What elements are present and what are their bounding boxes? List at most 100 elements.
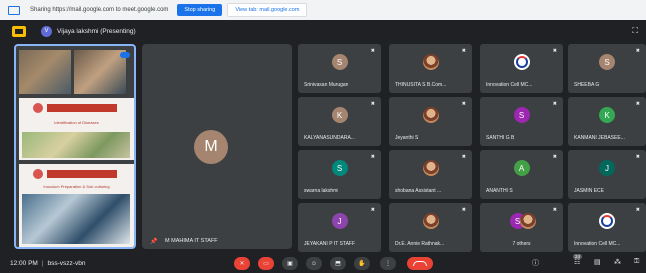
participant-name: shobana Assistant ... (395, 188, 442, 194)
participant-avatar: A (513, 160, 530, 176)
participant-logo (513, 54, 530, 70)
college-logo-icon (33, 169, 43, 179)
participant-photo (422, 213, 439, 229)
participant-name: JEYAKANI P IT STAFF (304, 241, 356, 247)
participant-photo (422, 107, 439, 123)
slide-subtitle: Inoculum Preparation & Sub culturing (43, 184, 110, 189)
participant-tile[interactable]: ✖ THINUSITA S B.Com... (389, 44, 472, 93)
emoji-icon[interactable]: ☺ (306, 257, 322, 270)
presenter-name: Vijaya lakshmi (Presenting) (57, 27, 136, 35)
view-tab-button[interactable]: View tab: mail.google.com (227, 3, 308, 17)
mic-muted-icon: ✖ (370, 48, 375, 54)
more-options-icon[interactable]: ⋮ (380, 257, 396, 270)
captions-icon[interactable]: ▣ (282, 257, 298, 270)
stop-sharing-button[interactable]: Stop sharing (177, 4, 223, 16)
participant-logo (599, 213, 615, 229)
mic-muted-icon: ✖ (461, 154, 466, 160)
mic-muted-icon: ✖ (635, 207, 640, 213)
participant-tile[interactable]: ✖ S Srinivasan Murugan (298, 44, 381, 93)
mic-muted-icon: ✖ (552, 101, 557, 107)
participant-avatar: S (331, 160, 348, 176)
mic-muted-icon: ✖ (461, 207, 466, 213)
slide-badge (120, 52, 130, 58)
screen-share-tile[interactable]: Identification of Diseases Inoculum Prep… (14, 44, 136, 249)
mic-muted-icon: ✖ (552, 154, 557, 160)
host-controls-icon[interactable]: ⚿ (634, 258, 639, 266)
participant-name: Jeyanthi S (395, 135, 419, 141)
participant-tile[interactable]: ✖ shobana Assistant ... (389, 150, 472, 199)
raise-hand-icon[interactable]: ✋ (354, 257, 370, 270)
participant-name: SHEEBA G (574, 82, 600, 88)
participant-tile[interactable]: ✖ S SANTHI G B (480, 97, 563, 146)
slide-image (22, 132, 130, 158)
expand-icon[interactable]: ⛶ (632, 26, 638, 36)
participant-avatar: J (599, 160, 615, 176)
main-participant-name: M MAHIMA IT STAFF (165, 238, 218, 244)
mic-muted-icon: ✖ (635, 101, 640, 107)
activities-icon[interactable]: ⁂ (614, 258, 621, 266)
participant-name: Innovation Cell MC... (574, 241, 621, 247)
participant-name: KANMANI JEBASEE... (574, 135, 625, 141)
college-logo-icon (33, 103, 43, 113)
chat-icon[interactable]: ▤ (594, 258, 601, 266)
slide-header (47, 170, 117, 178)
participant-name: THINUSITA S B.Com... (395, 82, 447, 88)
participant-tile[interactable]: ✖ K KALYANASUNDARA... (298, 97, 381, 146)
mic-muted-icon: ✖ (552, 207, 557, 213)
mic-off-icon[interactable]: ✕ (234, 257, 250, 270)
slide-identification: Identification of Diseases (19, 98, 134, 160)
slide-photo-1 (19, 50, 71, 94)
meeting-code: bss-vszz-vbn (47, 259, 86, 267)
participant-name: KALYANASUNDARA... (304, 135, 355, 141)
sharing-text: Sharing https://mail.google.com to meet.… (30, 7, 169, 13)
camera-off-icon[interactable]: ▭ (258, 257, 274, 270)
bottom-toolbar: 12:00 PM | bss-vszz-vbn ✕ ▭ ▣ ☺ ⬒ ✋ ⋮ ⓘ … (0, 253, 646, 273)
presenter-header: V Vijaya lakshmi (Presenting) ⛶ (0, 21, 646, 41)
participant-name: Srinivasan Murugan (304, 82, 349, 88)
sharing-banner: Sharing https://mail.google.com to meet.… (0, 0, 646, 20)
participant-name: SANTHI G B (486, 135, 515, 141)
slide-lab-image (22, 194, 130, 244)
main-avatar: M (194, 130, 228, 164)
participant-tile[interactable]: ✖ Dr.E. Annie Rathnak... (389, 203, 472, 252)
participant-photo (422, 160, 439, 176)
slide-photo-2 (74, 50, 126, 94)
info-icon[interactable]: ⓘ (532, 258, 539, 268)
participant-tile[interactable]: ✖ S 7 others (480, 203, 563, 252)
pinned-participant-tile[interactable]: M 📌 M MAHIMA IT STAFF (142, 44, 292, 249)
mic-muted-icon: ✖ (552, 48, 557, 54)
participant-tile[interactable]: ✖ Innovation Cell MC... (568, 203, 646, 252)
participant-tile[interactable]: ✖ J JEYAKANI P IT STAFF (298, 203, 381, 252)
slide-header (47, 104, 117, 112)
people-icon[interactable]: ☷ (574, 258, 580, 266)
participant-tile[interactable]: ✖ A ANANTHI S (480, 150, 563, 199)
participant-name: Innovation Cell MC... (486, 82, 533, 88)
participant-tile[interactable]: ✖ J JASMIN ECE (568, 150, 646, 199)
pin-icon[interactable]: 📌 (150, 238, 157, 245)
participant-tile[interactable]: ✖ Innovation Cell MC... (480, 44, 563, 93)
participant-avatar: K (331, 107, 348, 123)
present-screen-icon (12, 25, 26, 37)
participant-name: JASMIN ECE (574, 188, 605, 194)
participant-name: Dr.E. Annie Rathnak... (395, 241, 445, 247)
participant-tile[interactable]: ✖ Jeyanthi S (389, 97, 472, 146)
end-call-button[interactable] (407, 257, 433, 270)
participant-name: 7 others (512, 241, 531, 247)
mic-muted-icon: ✖ (370, 101, 375, 107)
participant-avatar: K (599, 107, 615, 123)
participant-avatar: S (331, 54, 348, 70)
mic-muted-icon: ✖ (370, 154, 375, 160)
presenter-avatar: V (41, 25, 52, 37)
separator: | (41, 259, 44, 267)
participant-tile[interactable]: ✖ K KANMANI JEBASEE... (568, 97, 646, 146)
participant-tile[interactable]: ✖ S SHEEBA G (568, 44, 646, 93)
present-icon[interactable]: ⬒ (330, 257, 346, 270)
participant-photo (422, 54, 439, 70)
slide-inoculum: Inoculum Preparation & Sub culturing (19, 164, 134, 247)
mic-muted-icon: ✖ (635, 48, 640, 54)
mic-muted-icon: ✖ (461, 101, 466, 107)
mic-muted-icon: ✖ (370, 207, 375, 213)
participant-tile[interactable]: ✖ Sswarna lakshmi (298, 150, 381, 199)
mic-muted-icon: ✖ (635, 154, 640, 160)
participant-name: swarna lakshmi (304, 188, 339, 194)
